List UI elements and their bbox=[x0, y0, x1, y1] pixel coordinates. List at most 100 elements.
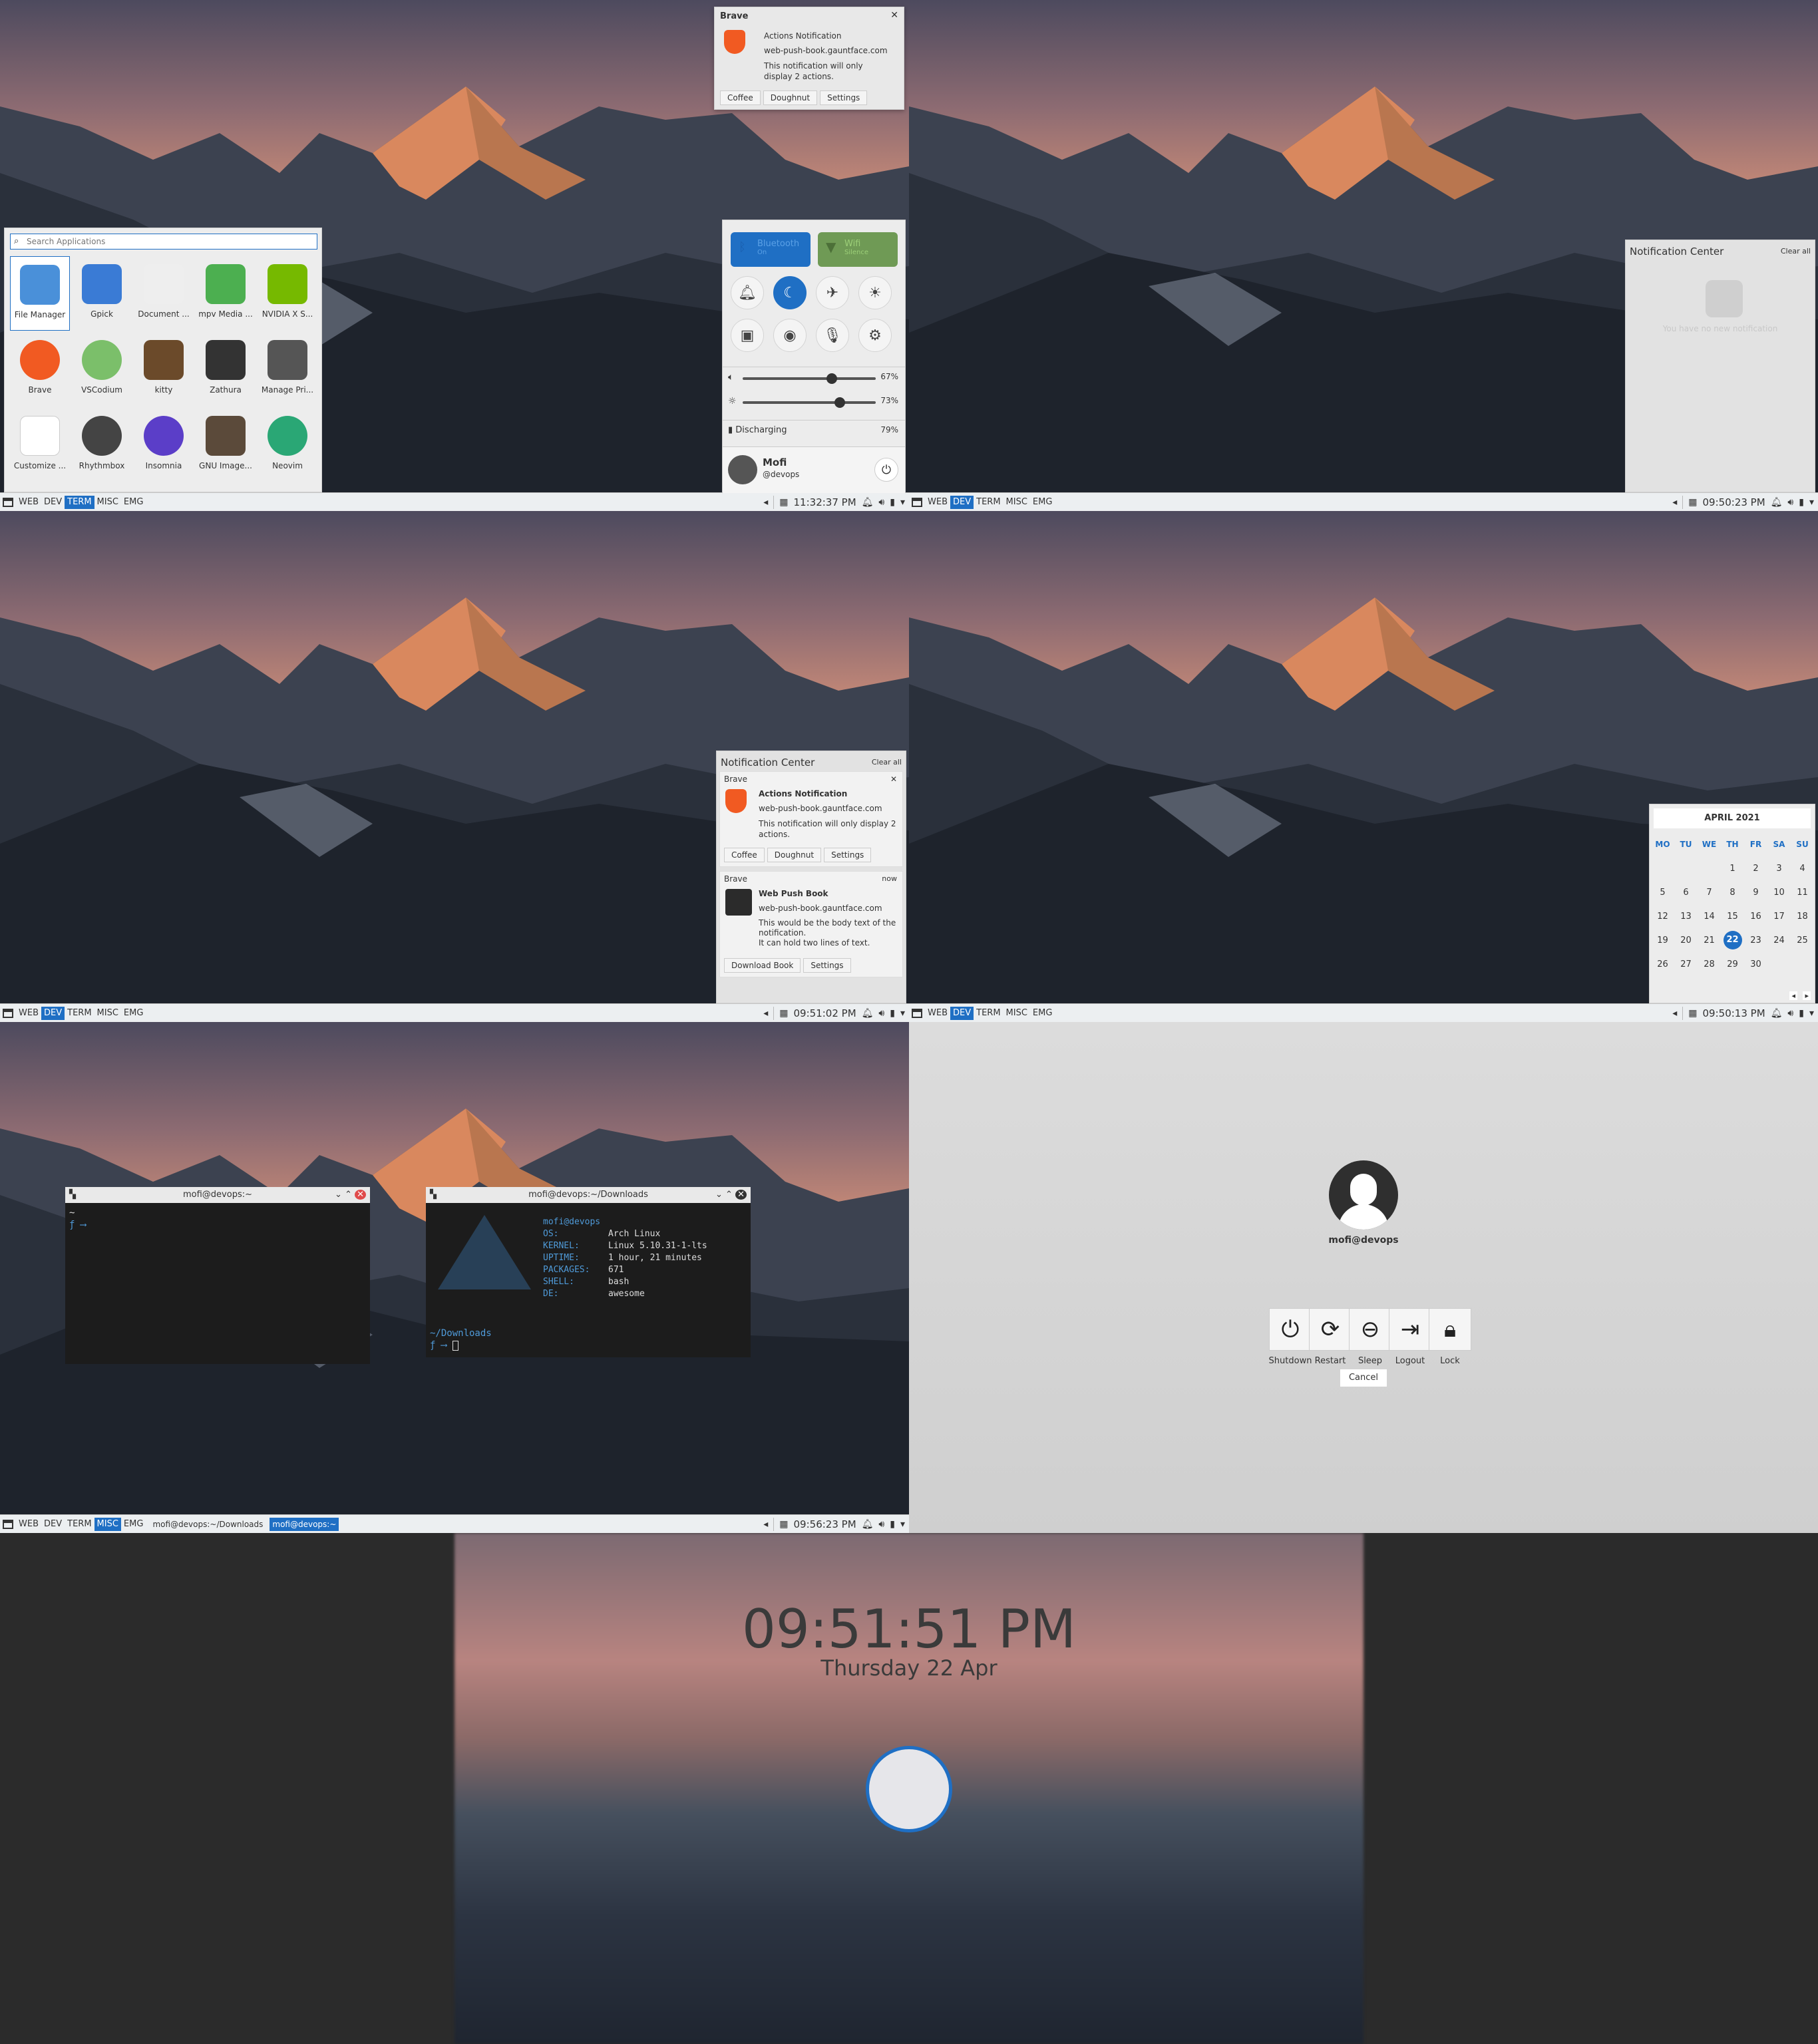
app-tile[interactable]: File Manager bbox=[10, 256, 70, 331]
bell-icon[interactable]: 🔔︎ bbox=[862, 497, 874, 508]
slider-knob[interactable] bbox=[826, 373, 837, 384]
layout-icon[interactable] bbox=[3, 1008, 13, 1018]
close-icon[interactable]: ✕ bbox=[890, 10, 898, 21]
app-tile[interactable]: Neovim bbox=[258, 408, 317, 482]
brightness-slider[interactable] bbox=[743, 397, 876, 408]
wifi-icon[interactable]: ▾ bbox=[900, 497, 905, 508]
tag-misc[interactable]: MISC bbox=[1003, 496, 1030, 509]
moon-icon[interactable]: ☾ bbox=[773, 276, 807, 309]
tag-misc[interactable]: MISC bbox=[94, 1007, 121, 1020]
systray-toggle-icon[interactable]: ◂ bbox=[763, 497, 768, 508]
app-tile[interactable]: Customize ... bbox=[10, 408, 70, 482]
lock-password-ring[interactable] bbox=[866, 1746, 952, 1832]
maximize-icon[interactable]: ⌃ bbox=[345, 1190, 352, 1200]
gear-icon[interactable]: ⚙ bbox=[858, 319, 892, 352]
next-month-icon[interactable]: ▸ bbox=[1803, 991, 1811, 1000]
wifi-toggle[interactable]: ▼ Wifi Silence bbox=[818, 232, 898, 267]
systray-toggle-icon[interactable]: ◂ bbox=[763, 1008, 768, 1019]
tag-web[interactable]: WEB bbox=[16, 496, 41, 509]
screen-icon[interactable]: ▣ bbox=[731, 319, 764, 352]
app-tile[interactable]: mpv Media ... bbox=[196, 256, 256, 331]
task-button[interactable]: mofi@devops:~/Downloads bbox=[150, 1518, 266, 1531]
app-tile[interactable]: NVIDIA X S... bbox=[258, 256, 317, 331]
tag-dev[interactable]: DEV bbox=[950, 1006, 974, 1020]
clock[interactable]: 09:50:13 PM bbox=[1703, 1007, 1765, 1019]
app-tile[interactable]: Insomnia bbox=[134, 408, 194, 482]
close-icon[interactable]: ✕ bbox=[355, 1190, 366, 1200]
systray-toggle-icon[interactable]: ◂ bbox=[1672, 1008, 1677, 1019]
tag-term[interactable]: TERM bbox=[65, 1518, 94, 1531]
app-tile[interactable]: Rhythmbox bbox=[72, 408, 132, 482]
tag-term[interactable]: TERM bbox=[974, 1007, 1003, 1020]
tag-emg[interactable]: EMG bbox=[1030, 496, 1055, 509]
task-button[interactable]: mofi@devops:~ bbox=[270, 1517, 339, 1531]
calendar-day[interactable]: 10 bbox=[1767, 880, 1791, 904]
app-tile[interactable]: Manage Pri... bbox=[258, 332, 317, 407]
today-marker[interactable]: 22 bbox=[1723, 931, 1742, 949]
calendar-day[interactable]: 30 bbox=[1744, 952, 1767, 976]
wifi-icon[interactable]: ▾ bbox=[900, 1519, 905, 1530]
layout-icon[interactable] bbox=[912, 1008, 922, 1018]
slider-knob[interactable] bbox=[834, 397, 845, 408]
tag-emg[interactable]: EMG bbox=[121, 1007, 146, 1020]
tag-misc[interactable]: MISC bbox=[1003, 1007, 1030, 1020]
settings-button[interactable]: Settings bbox=[803, 958, 851, 973]
tag-web[interactable]: WEB bbox=[16, 1007, 41, 1020]
settings-button[interactable]: Settings bbox=[820, 90, 868, 105]
app-tile[interactable]: Brave bbox=[10, 332, 70, 407]
calendar-day[interactable]: 13 bbox=[1674, 904, 1698, 928]
doughnut-button[interactable]: Doughnut bbox=[767, 848, 822, 862]
calendar-day[interactable]: 28 bbox=[1698, 952, 1721, 976]
close-icon[interactable]: ✕ bbox=[735, 1190, 747, 1200]
calendar-day[interactable]: 14 bbox=[1698, 904, 1721, 928]
calendar-day[interactable]: 1 bbox=[1721, 856, 1744, 880]
calendar-day[interactable]: 7 bbox=[1698, 880, 1721, 904]
bell-icon[interactable]: 🔔︎ bbox=[1771, 1008, 1783, 1019]
calendar-day[interactable]: 29 bbox=[1721, 952, 1744, 976]
camera-icon[interactable]: ◉ bbox=[773, 319, 807, 352]
window-titlebar[interactable]: ▚ mofi@devops:~ ⌄ ⌃ ✕ bbox=[65, 1187, 370, 1203]
tag-misc[interactable]: MISC bbox=[94, 496, 121, 509]
volume-icon[interactable]: 🔊︎ bbox=[1787, 1008, 1793, 1019]
maximize-icon[interactable]: ⌃ bbox=[725, 1190, 733, 1200]
cancel-button[interactable]: Cancel bbox=[1340, 1369, 1387, 1387]
grid-icon[interactable]: ▦ bbox=[1688, 1008, 1697, 1019]
terminal-window[interactable]: ▚ mofi@devops:~ ⌄ ⌃ ✕ ~ ƒ ⟶ bbox=[65, 1187, 370, 1364]
logout-icon[interactable]: ⇥ bbox=[1389, 1308, 1431, 1351]
app-tile[interactable]: VSCodium bbox=[72, 332, 132, 407]
window-titlebar[interactable]: ▚ mofi@devops:~/Downloads ⌄ ⌃ ✕ bbox=[426, 1187, 751, 1203]
battery-icon[interactable]: ▮ bbox=[890, 497, 895, 508]
tag-web[interactable]: WEB bbox=[16, 1518, 41, 1531]
battery-icon[interactable]: ▮ bbox=[890, 1008, 895, 1019]
app-tile[interactable]: Document ... bbox=[134, 256, 194, 331]
calendar-day[interactable]: 25 bbox=[1791, 928, 1814, 952]
tag-term[interactable]: TERM bbox=[65, 495, 94, 509]
app-tile[interactable]: GNU Image... bbox=[196, 408, 256, 482]
volume-icon[interactable]: 🔊︎ bbox=[1787, 497, 1793, 508]
battery-icon[interactable]: ▮ bbox=[1799, 1008, 1804, 1019]
calendar-day[interactable]: 27 bbox=[1674, 952, 1698, 976]
systray-toggle-icon[interactable]: ◂ bbox=[1672, 497, 1677, 508]
systray-toggle-icon[interactable]: ◂ bbox=[763, 1519, 768, 1530]
bluetooth-toggle[interactable]: ᛒ Bluetooth On bbox=[731, 232, 811, 267]
tag-misc[interactable]: MISC bbox=[94, 1517, 121, 1531]
clear-all-button[interactable]: Clear all bbox=[872, 758, 902, 766]
app-tile[interactable]: Zathura bbox=[196, 332, 256, 407]
download-book-button[interactable]: Download Book bbox=[724, 958, 801, 973]
grid-icon[interactable]: ▦ bbox=[1688, 497, 1697, 508]
calendar-day[interactable]: 6 bbox=[1674, 880, 1698, 904]
mic-icon[interactable]: 🎙︎ bbox=[816, 319, 849, 352]
calendar-day[interactable]: 16 bbox=[1744, 904, 1767, 928]
wifi-icon[interactable]: ▾ bbox=[900, 1008, 905, 1019]
calendar-day[interactable]: 5 bbox=[1651, 880, 1674, 904]
layout-icon[interactable] bbox=[3, 1519, 13, 1529]
calendar-day[interactable]: 23 bbox=[1744, 928, 1767, 952]
tag-term[interactable]: TERM bbox=[65, 1007, 94, 1020]
layout-icon[interactable] bbox=[912, 497, 922, 507]
calendar-day[interactable]: 21 bbox=[1698, 928, 1721, 952]
bell-icon[interactable]: 🔔︎ bbox=[862, 1519, 874, 1530]
grid-icon[interactable]: ▦ bbox=[779, 1008, 788, 1019]
power-button[interactable]: ⏻ bbox=[874, 458, 898, 482]
airplane-icon[interactable]: ✈ bbox=[816, 276, 849, 309]
doughnut-button[interactable]: Doughnut bbox=[763, 90, 818, 105]
